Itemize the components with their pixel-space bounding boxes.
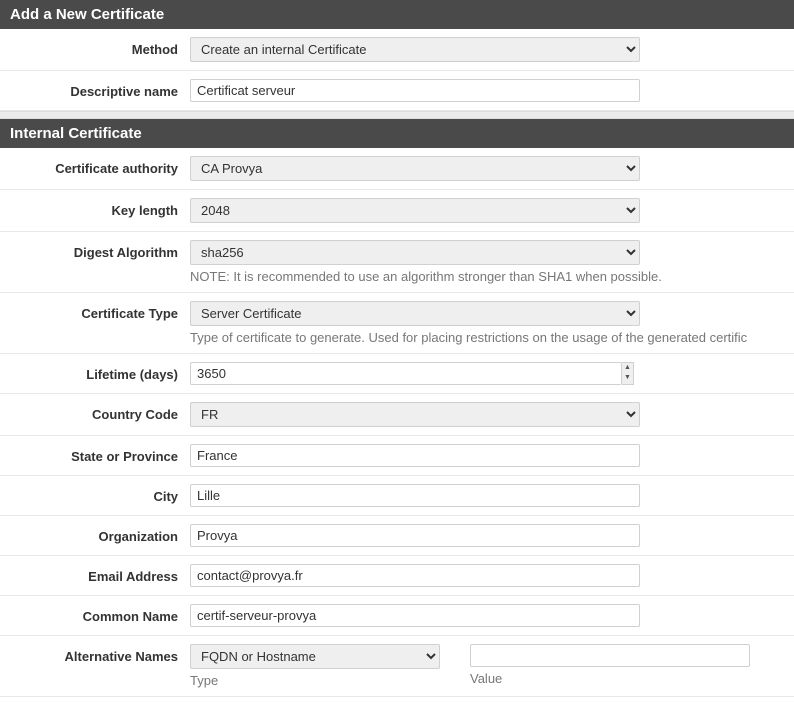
altnames-type-select[interactable]: FQDN or Hostname xyxy=(190,644,440,669)
panel-header-add-cert: Add a New Certificate xyxy=(0,0,794,29)
row-descriptive-name: Descriptive name xyxy=(0,71,794,111)
row-country: Country Code FR xyxy=(0,394,794,436)
row-cn: Common Name xyxy=(0,596,794,636)
org-input[interactable] xyxy=(190,524,640,547)
label-certtype: Certificate Type xyxy=(0,301,190,321)
digest-select[interactable]: sha256 xyxy=(190,240,640,265)
city-input[interactable] xyxy=(190,484,640,507)
row-certtype: Certificate Type Server Certificate Type… xyxy=(0,293,794,354)
lifetime-input[interactable] xyxy=(190,362,622,385)
country-select[interactable]: FR xyxy=(190,402,640,427)
label-descriptive-name: Descriptive name xyxy=(0,79,190,99)
label-lifetime: Lifetime (days) xyxy=(0,362,190,382)
certtype-help: Type of certificate to generate. Used fo… xyxy=(190,330,774,345)
email-input[interactable] xyxy=(190,564,640,587)
label-state: State or Province xyxy=(0,444,190,464)
row-lifetime: Lifetime (days) ▲ ▼ xyxy=(0,354,794,394)
label-country: Country Code xyxy=(0,402,190,422)
label-cn: Common Name xyxy=(0,604,190,624)
panel-header-internal-cert: Internal Certificate xyxy=(0,119,794,148)
state-input[interactable] xyxy=(190,444,640,467)
row-email: Email Address xyxy=(0,556,794,596)
method-select[interactable]: Create an internal Certificate xyxy=(190,37,640,62)
row-method: Method Create an internal Certificate xyxy=(0,29,794,71)
keylen-select[interactable]: 2048 xyxy=(190,198,640,223)
lifetime-spinner: ▲ ▼ xyxy=(622,362,634,385)
lifetime-step-down-icon[interactable]: ▼ xyxy=(622,373,633,383)
label-email: Email Address xyxy=(0,564,190,584)
row-city: City xyxy=(0,476,794,516)
row-digest: Digest Algorithm sha256 NOTE: It is reco… xyxy=(0,232,794,293)
altnames-type-help: Type xyxy=(190,673,440,688)
row-state: State or Province xyxy=(0,436,794,476)
descriptive-name-input[interactable] xyxy=(190,79,640,102)
label-ca: Certificate authority xyxy=(0,156,190,176)
row-altnames: Alternative Names FQDN or Hostname Type … xyxy=(0,636,794,697)
label-digest: Digest Algorithm xyxy=(0,240,190,260)
label-keylen: Key length xyxy=(0,198,190,218)
label-org: Organization xyxy=(0,524,190,544)
cn-input[interactable] xyxy=(190,604,640,627)
digest-help: NOTE: It is recommended to use an algori… xyxy=(190,269,774,284)
altnames-value-input[interactable] xyxy=(470,644,750,667)
altnames-value-help: Value xyxy=(470,671,750,686)
lifetime-step-up-icon[interactable]: ▲ xyxy=(622,363,633,373)
ca-select[interactable]: CA Provya xyxy=(190,156,640,181)
label-city: City xyxy=(0,484,190,504)
row-ca: Certificate authority CA Provya xyxy=(0,148,794,190)
row-org: Organization xyxy=(0,516,794,556)
certtype-select[interactable]: Server Certificate xyxy=(190,301,640,326)
label-altnames: Alternative Names xyxy=(0,644,190,664)
label-method: Method xyxy=(0,37,190,57)
row-keylen: Key length 2048 xyxy=(0,190,794,232)
panel-gap xyxy=(0,111,794,119)
